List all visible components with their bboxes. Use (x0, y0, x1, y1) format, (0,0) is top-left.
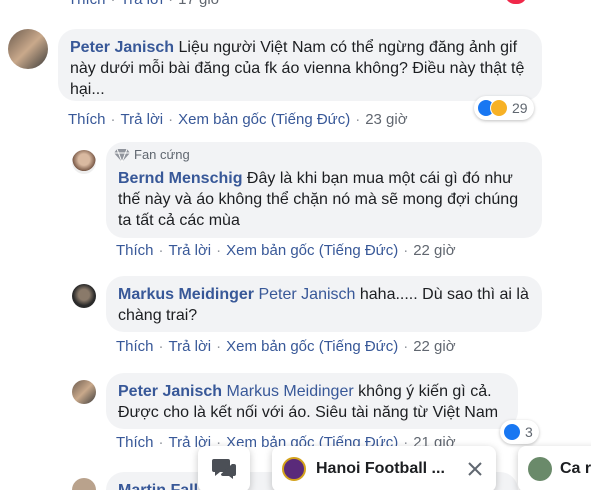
chat-bubbles-icon (212, 459, 236, 479)
close-icon[interactable] (468, 462, 482, 476)
like-reaction-icon (503, 423, 521, 441)
avatar[interactable] (72, 380, 96, 404)
avatar[interactable] (8, 29, 48, 69)
diamond-icon (114, 148, 130, 162)
fan-badge: Fan cứng (114, 147, 190, 162)
comment-actions: Thích · Trả lời · Xem bản gốc (Tiếng Đức) · 22… (116, 242, 456, 259)
reply-link[interactable]: Trả lời (169, 242, 212, 259)
comment-author[interactable]: Peter Janisch (70, 39, 174, 56)
see-original-link[interactable]: Xem bản gốc (Tiếng Đức) (226, 242, 398, 259)
see-original-link[interactable]: Xem bản gốc (Tiếng Đức) (178, 111, 350, 128)
top-comment-actions: Thích·Trả lời·17 giờ (68, 0, 221, 8)
comment-bubble: Peter Janisch Markus Meidinger không ý k… (106, 373, 518, 429)
avatar[interactable] (72, 150, 96, 174)
reaction-summary[interactable]: 3 (500, 420, 539, 444)
like-link[interactable]: Thích (68, 111, 106, 128)
comment-author[interactable]: Markus Meidinger (118, 286, 254, 303)
comment-author[interactable]: Peter Janisch (118, 383, 222, 400)
comment-actions: Thích · Trả lời · Xem bản gốc (Tiếng Đức) · 23… (68, 111, 408, 128)
reaction-summary[interactable]: 29 (474, 96, 534, 120)
like-link[interactable]: Thích (116, 434, 154, 451)
timestamp[interactable]: 22 giờ (413, 338, 455, 355)
avatar[interactable] (72, 478, 96, 490)
reply-link[interactable]: Trả lời (121, 0, 164, 8)
chat-tab-title: Ca r (560, 460, 591, 477)
see-original-link[interactable]: Xem bản gốc (Tiếng Đức) (226, 338, 398, 355)
new-message-button[interactable] (198, 446, 250, 490)
timestamp[interactable]: 22 giờ (413, 242, 455, 259)
comment-bubble: Markus Meidinger Peter Janisch haha.....… (106, 276, 542, 332)
reply-link[interactable]: Trả lời (121, 111, 164, 128)
reaction-icon (505, 0, 527, 4)
timestamp[interactable]: 17 giờ (178, 0, 220, 8)
comment-actions: Thích · Trả lời · Xem bản gốc (Tiếng Đức) · 22… (116, 338, 456, 355)
chat-tab[interactable]: Ca r (518, 446, 591, 490)
avatar (528, 457, 552, 481)
comment-author[interactable]: Bernd Menschig (118, 170, 242, 187)
haha-reaction-icon (490, 99, 508, 117)
comment-author[interactable]: Martin Fall (118, 482, 198, 490)
mention-link[interactable]: Peter Janisch (258, 286, 355, 303)
like-link[interactable]: Thích (116, 242, 154, 259)
like-link[interactable]: Thích (116, 338, 154, 355)
mention-link[interactable]: Markus Meidinger (227, 383, 354, 400)
like-link[interactable]: Thích (68, 0, 106, 8)
chat-tab[interactable]: Hanoi Football ... (272, 446, 496, 490)
timestamp[interactable]: 23 giờ (365, 111, 407, 128)
reply-link[interactable]: Trả lời (169, 338, 212, 355)
avatar[interactable] (72, 284, 96, 308)
hanoi-fc-logo-icon (282, 457, 306, 481)
chat-tab-title: Hanoi Football ... (316, 460, 445, 477)
comment-bubble: Peter Janisch Liệu người Việt Nam có thể… (58, 29, 542, 101)
